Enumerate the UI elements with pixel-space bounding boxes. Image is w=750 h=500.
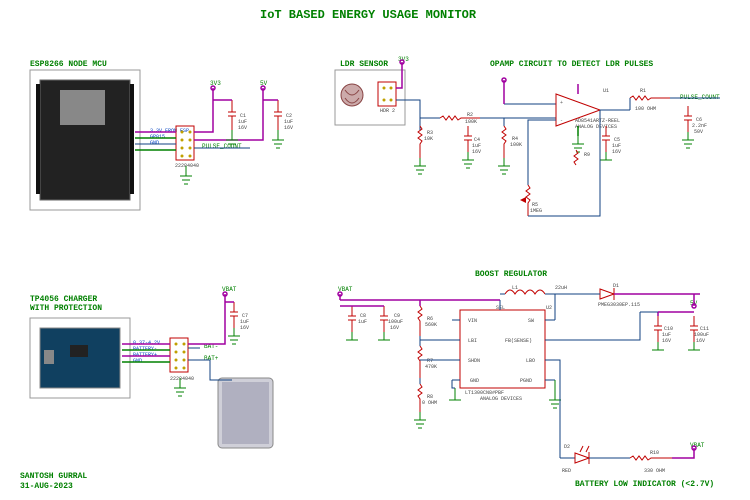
D2: [575, 453, 589, 463]
C11: [690, 316, 698, 342]
J2: [170, 338, 188, 372]
svg-text:+: +: [560, 100, 563, 106]
R4: [502, 126, 506, 158]
gnd-mcu: [226, 130, 238, 148]
R6: [418, 306, 422, 336]
C5: [602, 126, 610, 152]
R8: [418, 384, 422, 412]
R3: [418, 126, 422, 158]
C10: [654, 316, 662, 342]
R10: [630, 456, 672, 460]
D1: [600, 289, 614, 299]
R1: [630, 96, 670, 100]
mcu-pins-right: [130, 84, 134, 194]
mcu-pins-left: [36, 84, 40, 194]
C2: [274, 100, 282, 130]
C8: [348, 306, 356, 332]
R2: [440, 116, 480, 120]
C6: [684, 106, 692, 132]
HDR2: [378, 82, 396, 106]
U2: [460, 310, 545, 388]
C4: [464, 126, 472, 152]
C9: [380, 306, 388, 332]
svg-text:-: -: [560, 118, 563, 124]
C1: [228, 100, 236, 130]
R7: [418, 346, 422, 378]
schematic-canvas: +-: [0, 0, 750, 500]
L1: [505, 290, 545, 294]
C7: [230, 302, 238, 328]
J1: [176, 126, 194, 160]
mcu-shield: [60, 90, 105, 125]
R5: [526, 185, 530, 216]
